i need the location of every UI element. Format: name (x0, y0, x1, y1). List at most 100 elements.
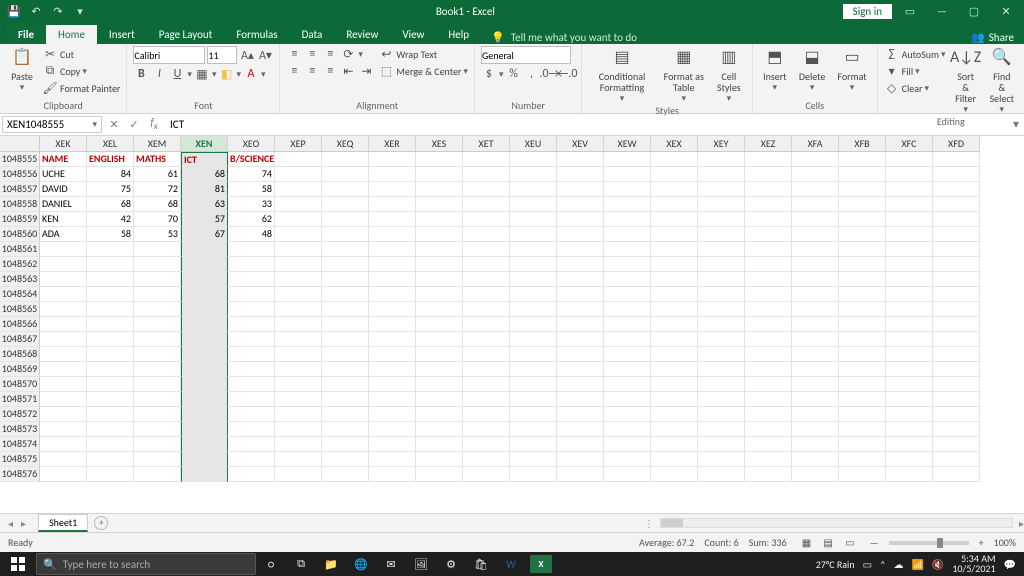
align-mid-icon[interactable]: ≡ (304, 46, 320, 62)
cell[interactable] (510, 212, 557, 227)
cell[interactable] (651, 422, 698, 437)
cell[interactable] (651, 317, 698, 332)
row-header[interactable]: 1048569 (0, 362, 40, 377)
cell[interactable] (604, 287, 651, 302)
zoom-in-icon[interactable]: + (979, 536, 984, 549)
cell[interactable] (698, 242, 745, 257)
font-color-button[interactable]: A (243, 66, 259, 82)
cell[interactable] (839, 302, 886, 317)
cell[interactable] (698, 347, 745, 362)
cell[interactable] (275, 152, 322, 167)
cell[interactable] (228, 257, 275, 272)
cell[interactable] (134, 242, 181, 257)
cell[interactable] (698, 437, 745, 452)
cell[interactable] (369, 212, 416, 227)
cell[interactable] (792, 302, 839, 317)
cell[interactable] (510, 197, 557, 212)
cell[interactable] (369, 287, 416, 302)
cell[interactable] (275, 212, 322, 227)
cell[interactable] (651, 197, 698, 212)
cell[interactable] (87, 317, 134, 332)
cell[interactable]: 68 (181, 167, 228, 182)
col-header-XEN[interactable]: XEN (181, 136, 228, 152)
cell[interactable] (792, 152, 839, 167)
cell[interactable] (275, 242, 322, 257)
cell[interactable] (322, 317, 369, 332)
cell[interactable] (557, 362, 604, 377)
cell[interactable] (510, 242, 557, 257)
cell[interactable] (275, 197, 322, 212)
cell[interactable] (698, 452, 745, 467)
cell[interactable] (792, 257, 839, 272)
cell[interactable] (322, 392, 369, 407)
cell[interactable] (322, 332, 369, 347)
cell[interactable] (228, 242, 275, 257)
format-cells-button[interactable]: ▭Format▾ (833, 46, 870, 93)
cell[interactable] (886, 332, 933, 347)
cell[interactable] (839, 167, 886, 182)
cell[interactable] (416, 407, 463, 422)
cell[interactable] (651, 227, 698, 242)
cell[interactable] (40, 332, 87, 347)
cell[interactable] (369, 377, 416, 392)
cell[interactable] (557, 332, 604, 347)
cell[interactable] (651, 347, 698, 362)
cell[interactable] (40, 362, 87, 377)
task-mail-icon[interactable]: ✉ (376, 552, 406, 576)
cell[interactable] (322, 452, 369, 467)
cell[interactable] (792, 197, 839, 212)
cell[interactable] (651, 257, 698, 272)
cell[interactable] (886, 422, 933, 437)
cell[interactable] (604, 347, 651, 362)
col-header-XFD[interactable]: XFD (933, 136, 980, 152)
fx-icon[interactable]: fx (144, 116, 164, 132)
cell[interactable] (87, 302, 134, 317)
increase-font-icon[interactable]: A▴ (239, 47, 255, 63)
cell[interactable] (181, 347, 228, 362)
cell[interactable] (463, 212, 510, 227)
cell[interactable]: ENGLISH (87, 152, 134, 167)
cell[interactable] (745, 407, 792, 422)
cell[interactable] (275, 287, 322, 302)
cell[interactable] (40, 407, 87, 422)
cell[interactable] (839, 362, 886, 377)
cell[interactable] (134, 332, 181, 347)
cell[interactable] (839, 437, 886, 452)
cell[interactable] (557, 437, 604, 452)
tray-date[interactable]: 10/5/2021 (952, 564, 995, 574)
row-header[interactable]: 1048563 (0, 272, 40, 287)
cell[interactable] (87, 362, 134, 377)
cell[interactable] (416, 467, 463, 482)
cell[interactable]: KEN (40, 212, 87, 227)
cell[interactable]: 70 (134, 212, 181, 227)
cell[interactable] (416, 197, 463, 212)
cell[interactable]: NAME (40, 152, 87, 167)
cell[interactable] (322, 377, 369, 392)
cell[interactable] (886, 302, 933, 317)
cell[interactable] (87, 332, 134, 347)
task-cortana-icon[interactable]: ○ (256, 552, 286, 576)
cell[interactable] (933, 377, 980, 392)
cell[interactable] (933, 287, 980, 302)
task-settings-icon[interactable]: ⚙ (436, 552, 466, 576)
comma-icon[interactable]: , (523, 66, 539, 82)
cell[interactable] (886, 407, 933, 422)
cell[interactable] (228, 437, 275, 452)
cell[interactable] (698, 362, 745, 377)
cell[interactable]: 74 (228, 167, 275, 182)
cell[interactable] (933, 302, 980, 317)
cell[interactable] (322, 242, 369, 257)
formula-input[interactable]: ICT (164, 118, 1008, 131)
row-header[interactable]: 1048562 (0, 257, 40, 272)
cell[interactable] (510, 287, 557, 302)
cell[interactable] (745, 332, 792, 347)
cell[interactable]: ICT (181, 152, 228, 167)
cell[interactable] (275, 452, 322, 467)
cell[interactable] (416, 212, 463, 227)
cell[interactable] (134, 347, 181, 362)
task-store-icon[interactable]: 🛍 (466, 552, 496, 576)
cell[interactable] (933, 212, 980, 227)
cell[interactable] (322, 212, 369, 227)
cell[interactable] (604, 437, 651, 452)
cell[interactable] (745, 197, 792, 212)
